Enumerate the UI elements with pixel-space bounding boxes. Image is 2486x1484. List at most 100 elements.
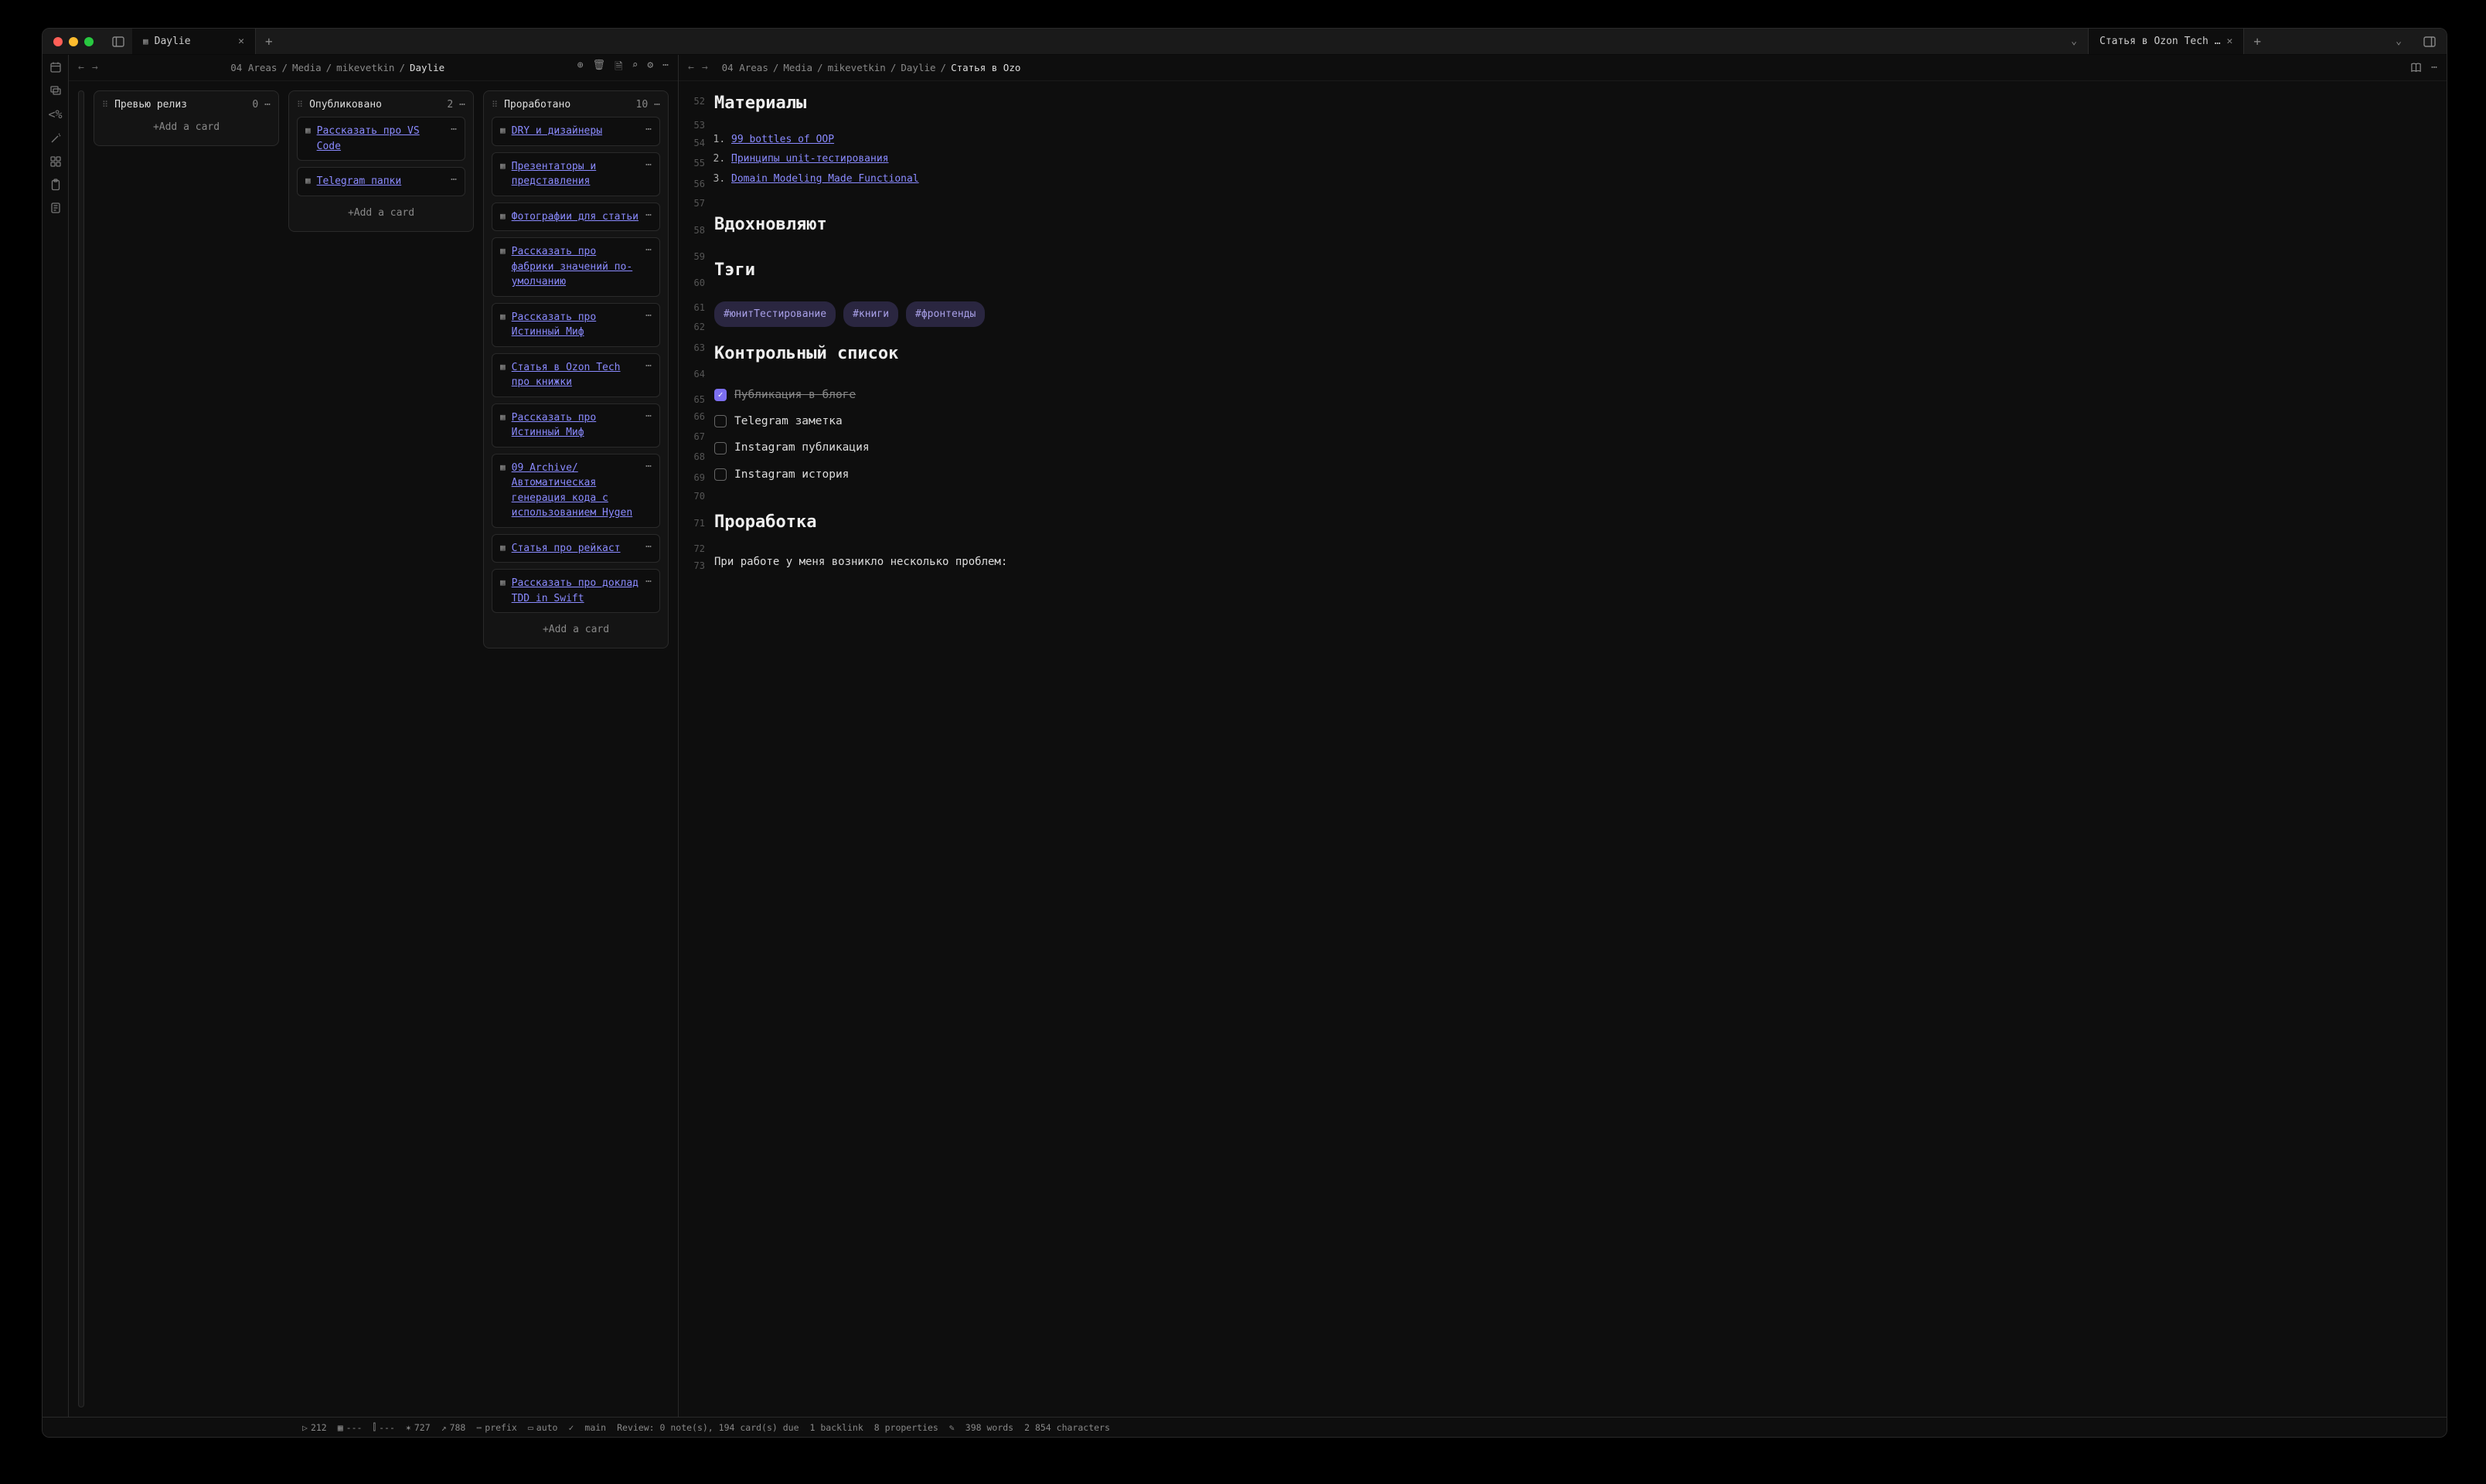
right-panel-toggle-icon[interactable]	[2413, 36, 2447, 47]
kanban-card[interactable]: ▦ Фотографии для статьи ⋯	[492, 203, 660, 232]
calendar-icon[interactable]	[49, 61, 62, 73]
add-card-button[interactable]: +Add a card	[102, 117, 271, 138]
clipboard-icon[interactable]	[49, 179, 62, 191]
status-check-icon[interactable]: ✓	[568, 1422, 574, 1433]
more-icon[interactable]: ⋯	[459, 99, 465, 111]
tab-overflow-chevron-icon[interactable]: ⌄	[2060, 36, 2088, 47]
status-review[interactable]: Review: 0 note(s), 194 card(s) due	[617, 1422, 799, 1433]
nav-forward-icon[interactable]: →	[92, 62, 98, 73]
more-icon[interactable]: ⋯	[645, 209, 652, 221]
status-item[interactable]: ↗788	[441, 1422, 466, 1433]
tab-daylie[interactable]: ▦ Daylie ✕	[132, 29, 256, 54]
more-icon[interactable]: ⋯	[645, 360, 652, 372]
kanban-card[interactable]: ▦ Рассказать про доклад TDD in Swift ⋯	[492, 569, 660, 613]
checkbox[interactable]	[714, 415, 727, 427]
code-icon[interactable]: <%	[48, 107, 62, 121]
column-peek-left[interactable]	[78, 90, 84, 1407]
kanban-card[interactable]: ▦ Рассказать про фабрики значений по-умо…	[492, 237, 660, 297]
close-icon[interactable]: ✕	[238, 36, 244, 47]
tag-pill[interactable]: #юнитТестирование	[714, 301, 836, 327]
drag-handle-icon[interactable]: ⠿	[297, 100, 303, 110]
kanban-card[interactable]: ▦ Рассказать про Истинный Миф ⋯	[492, 303, 660, 347]
status-chars[interactable]: 2 854 characters	[1024, 1422, 1110, 1433]
card-title[interactable]: Рассказать про доклад TDD in Swift	[512, 576, 640, 606]
more-icon[interactable]: ⋯	[645, 244, 652, 256]
window-minimize-button[interactable]	[69, 37, 78, 46]
book-icon[interactable]	[2410, 62, 2422, 73]
search-icon[interactable]: ⌕	[632, 60, 639, 77]
drag-handle-icon[interactable]: ⠿	[492, 100, 498, 110]
more-icon[interactable]: ⋯	[662, 60, 669, 77]
more-icon[interactable]: ⋯	[645, 410, 652, 422]
kanban-card[interactable]: ▦ Статья в Ozon Tech про книжки ⋯	[492, 353, 660, 397]
wand-icon[interactable]	[49, 132, 62, 145]
card-title[interactable]: DRY и дизайнеры	[512, 124, 640, 139]
close-icon[interactable]: ✕	[2227, 36, 2233, 47]
tag-pill[interactable]: #книги	[843, 301, 898, 327]
left-panel-toggle-icon[interactable]	[112, 36, 124, 47]
nav-back-icon[interactable]: ←	[78, 62, 84, 73]
add-card-button[interactable]: +Add a card	[297, 203, 465, 223]
card-title[interactable]: 09 Archive/Автоматическая генерация кода…	[512, 461, 640, 521]
status-branch[interactable]: main	[584, 1422, 606, 1433]
add-tab-button[interactable]: +	[256, 34, 282, 49]
more-icon[interactable]: ⋯	[654, 99, 660, 111]
card-title[interactable]: Рассказать про фабрики значений по-умолч…	[512, 244, 640, 290]
kanban-card[interactable]: ▦ Рассказать про Истинный Миф ⋯	[492, 403, 660, 448]
drag-handle-icon[interactable]: ⠿	[102, 100, 108, 110]
add-card-button[interactable]: +Add a card	[492, 619, 660, 640]
status-properties[interactable]: 8 properties	[874, 1422, 938, 1433]
status-item[interactable]: ⫿---	[373, 1421, 394, 1433]
material-link[interactable]: Domain Modeling Made Functional	[731, 173, 919, 185]
nav-back-icon[interactable]: ←	[688, 62, 694, 73]
kanban-card[interactable]: ▦ 09 Archive/Автоматическая генерация ко…	[492, 454, 660, 528]
status-edit-icon[interactable]: ✎	[949, 1422, 955, 1433]
card-title[interactable]: Презентаторы и представления	[512, 159, 640, 189]
more-icon[interactable]: ⋯	[264, 99, 271, 111]
window-close-button[interactable]	[53, 37, 63, 46]
material-link[interactable]: Принципы unit-тестирования	[731, 153, 889, 165]
document-view[interactable]: 5253545556575859606162636465666768697071…	[679, 81, 2447, 1417]
card-title[interactable]: Рассказать про Истинный Миф	[512, 410, 640, 441]
status-backlinks[interactable]: 1 backlink	[810, 1422, 863, 1433]
status-auto[interactable]: ▭auto	[528, 1422, 558, 1433]
more-icon[interactable]: ⋯	[645, 541, 652, 553]
tag-pill[interactable]: #фронтенды	[906, 301, 985, 327]
grid-icon[interactable]	[49, 155, 62, 168]
material-link[interactable]: 99 bottles of OOP	[731, 134, 834, 145]
archive-icon[interactable]: 🗑	[593, 60, 606, 77]
kanban-card[interactable]: ▦ DRY и дизайнеры ⋯	[492, 117, 660, 146]
checkbox[interactable]: ✓	[714, 389, 727, 401]
status-item[interactable]: ▦---	[338, 1422, 363, 1433]
cards-icon[interactable]	[49, 84, 62, 97]
tab-ozon-article[interactable]: Статья в Ozon Tech … ✕	[2089, 29, 2244, 54]
nav-forward-icon[interactable]: →	[702, 62, 708, 73]
kanban-card[interactable]: ▦ Статья про рейкаст ⋯	[492, 534, 660, 563]
more-icon[interactable]: ⋯	[451, 174, 457, 186]
status-item[interactable]: ✶727	[406, 1422, 431, 1433]
status-words[interactable]: 398 words	[965, 1422, 1013, 1433]
kanban-card[interactable]: ▦ Telegram папки ⋯	[297, 167, 465, 196]
status-prefix[interactable]: ⋯prefix	[476, 1422, 516, 1433]
more-icon[interactable]: ⋯	[2431, 62, 2437, 73]
breadcrumb[interactable]: 04 Areas/ Media/ mikevetkin/ Daylie/ Ста…	[722, 62, 1021, 73]
tab-overflow-chevron-icon[interactable]: ⌄	[2385, 36, 2413, 47]
card-title[interactable]: Рассказать про VS Code	[317, 124, 445, 154]
kanban-board[interactable]: ⠿ Превью релиз 0 ⋯+Add a card⠿ Опубликов…	[69, 81, 678, 1417]
more-icon[interactable]: ⋯	[645, 159, 652, 171]
card-title[interactable]: Статья в Ozon Tech про книжки	[512, 360, 640, 390]
more-icon[interactable]: ⋯	[645, 461, 652, 472]
checkbox[interactable]	[714, 468, 727, 481]
add-icon[interactable]: ⊕	[577, 60, 584, 77]
card-title[interactable]: Статья про рейкаст	[512, 541, 640, 556]
more-icon[interactable]: ⋯	[645, 310, 652, 322]
checkbox[interactable]	[714, 442, 727, 454]
status-play[interactable]: ▷212	[302, 1422, 327, 1433]
window-maximize-button[interactable]	[84, 37, 94, 46]
kanban-card[interactable]: ▦ Презентаторы и представления ⋯	[492, 152, 660, 196]
notes-icon[interactable]	[49, 202, 62, 214]
card-title[interactable]: Telegram папки	[317, 174, 445, 189]
card-title[interactable]: Рассказать про Истинный Миф	[512, 310, 640, 340]
breadcrumb[interactable]: 04 Areas/ Media/ mikevetkin/ Daylie	[230, 62, 444, 73]
document-content[interactable]: Материалы 99 bottles of OOPПринципы unit…	[714, 86, 2434, 1404]
